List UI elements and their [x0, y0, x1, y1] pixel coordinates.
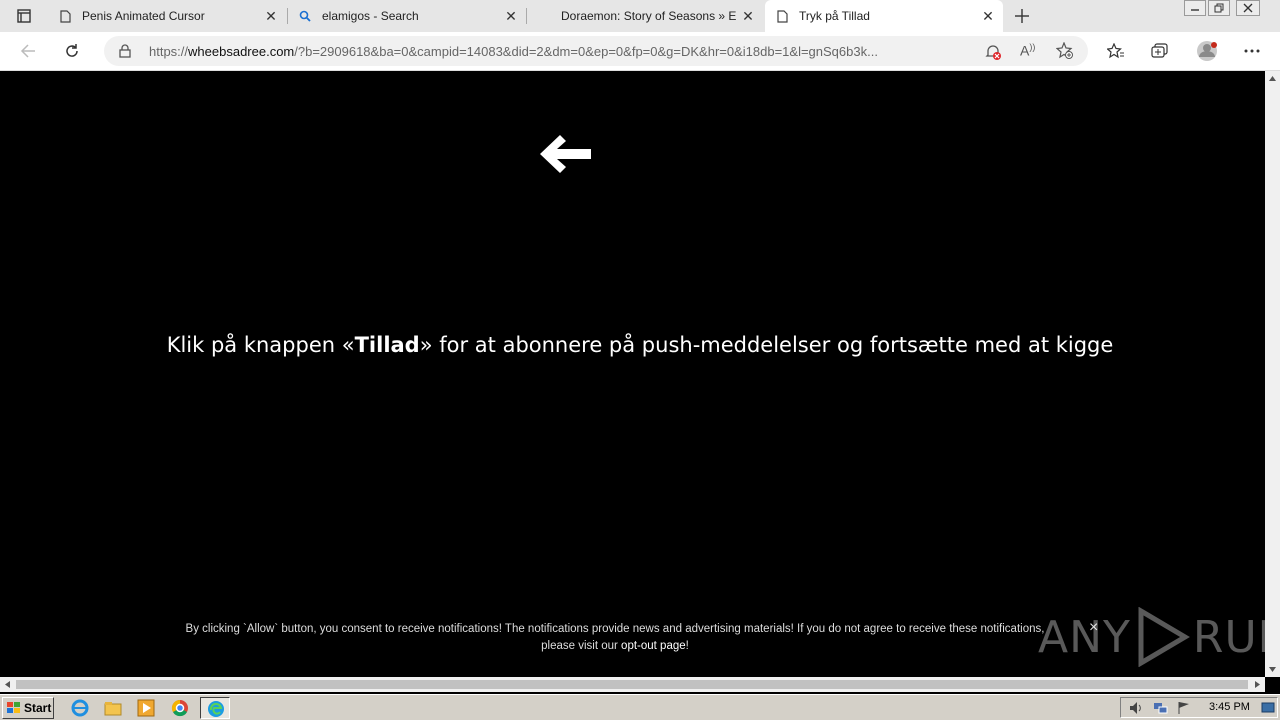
- consent-notice: By clicking `Allow` button, you consent …: [150, 621, 1080, 655]
- close-icon[interactable]: ✕: [260, 5, 282, 27]
- tab-title: Tryk på Tillad: [799, 9, 870, 23]
- page-headline: Klik på knappen «Tillad» for at abonnere…: [0, 333, 1280, 357]
- lock-icon[interactable]: [119, 44, 131, 63]
- internet-explorer-icon[interactable]: [71, 699, 89, 717]
- opt-out-link[interactable]: opt-out page: [621, 640, 686, 652]
- tab-actions-button[interactable]: [10, 4, 38, 28]
- collections-button[interactable]: [1146, 38, 1174, 64]
- show-desktop-icon[interactable]: [1261, 702, 1275, 714]
- taskbar: Start 3:45 PM: [0, 694, 1280, 720]
- consent-line-1: By clicking `Allow` button, you consent …: [185, 623, 1045, 635]
- favorites-icon: [1107, 43, 1124, 59]
- flag-icon[interactable]: [1177, 701, 1191, 715]
- refresh-button[interactable]: [58, 38, 86, 64]
- scroll-right-icon[interactable]: [1250, 677, 1265, 692]
- tab-strip: Penis Animated Cursor ✕ elamigos - Searc…: [0, 0, 1280, 32]
- file-explorer-icon[interactable]: [104, 699, 122, 717]
- web-page: Klik på knappen «Tillad» for at abonnere…: [0, 71, 1280, 677]
- system-tray: 3:45 PM: [1120, 697, 1278, 718]
- edge-icon: [208, 701, 224, 717]
- favorites-button[interactable]: [1102, 38, 1130, 64]
- scroll-up-icon[interactable]: [1265, 71, 1280, 86]
- start-button[interactable]: Start: [2, 697, 54, 719]
- search-icon: [298, 9, 312, 23]
- consent-line-2: please visit our opt-out page!: [150, 638, 1080, 655]
- refresh-icon: [66, 44, 78, 57]
- back-button[interactable]: [14, 38, 42, 64]
- tab-2[interactable]: elamigos - Search ✕: [288, 0, 526, 32]
- watermark-text-left: ANY: [1038, 611, 1131, 663]
- add-favorite-icon[interactable]: [1055, 41, 1074, 65]
- headline-text-start: Klik på knappen «: [166, 333, 355, 357]
- clock[interactable]: 3:45 PM: [1209, 701, 1250, 713]
- headline-text-end: » for at abonnere på push-meddelelser og…: [419, 333, 1114, 357]
- window-close-button[interactable]: [1236, 0, 1260, 16]
- headline-bold-word: Tillad: [354, 333, 420, 357]
- edge-taskbar-button-active[interactable]: [200, 697, 230, 719]
- notification-blocked-icon[interactable]: [984, 43, 1002, 66]
- minimize-icon: [1191, 9, 1199, 11]
- address-bar[interactable]: https://wheebsadree.com/?b=2909618&ba=0&…: [104, 36, 1088, 66]
- url-path: /?b=2909618&ba=0&campid=14083&did=2&dm=0…: [294, 44, 878, 59]
- chrome-icon[interactable]: [171, 699, 189, 717]
- tab-actions-icon: [17, 9, 31, 23]
- start-label: Start: [24, 701, 52, 715]
- close-icon[interactable]: ✕: [500, 5, 522, 27]
- plus-icon: [1015, 9, 1029, 23]
- scroll-down-icon[interactable]: [1265, 662, 1280, 677]
- tab-title: Doraemon: Story of Seasons » El/: [561, 9, 737, 23]
- tab-1[interactable]: Penis Animated Cursor ✕: [48, 0, 286, 32]
- more-dots-icon: [1244, 49, 1260, 53]
- restore-button[interactable]: [1208, 0, 1230, 16]
- tab-4-active[interactable]: Tryk på Tillad ✕: [765, 0, 1003, 32]
- read-aloud-icon[interactable]: A)): [1020, 42, 1035, 59]
- settings-menu-button[interactable]: [1238, 38, 1266, 64]
- horizontal-scrollbar[interactable]: [0, 677, 1265, 692]
- consent-line-2-text: please visit our: [541, 640, 622, 652]
- url-text[interactable]: https://wheebsadree.com/?b=2909618&ba=0&…: [149, 44, 974, 59]
- browser-toolbar: https://wheebsadree.com/?b=2909618&ba=0&…: [0, 32, 1280, 71]
- page-icon: [58, 9, 72, 23]
- minimize-button[interactable]: [1184, 0, 1206, 16]
- url-scheme: https://: [149, 44, 189, 59]
- blank-favicon: [537, 9, 551, 23]
- windows-logo-icon: [7, 702, 20, 713]
- back-arrow-icon: [20, 44, 35, 58]
- tab-title: Penis Animated Cursor: [82, 9, 205, 23]
- page-icon: [775, 9, 789, 23]
- close-icon[interactable]: ✕: [977, 5, 999, 27]
- media-player-icon[interactable]: [137, 699, 155, 717]
- play-logo-icon: [1138, 607, 1190, 667]
- scroll-left-icon[interactable]: [0, 677, 15, 692]
- restore-icon: [1214, 3, 1224, 13]
- horizontal-scroll-thumb[interactable]: [16, 680, 1248, 689]
- tab-3[interactable]: Doraemon: Story of Seasons » El/ ✕: [527, 0, 763, 32]
- left-arrow-icon: [540, 135, 591, 173]
- profile-button[interactable]: [1193, 38, 1221, 64]
- new-tab-button[interactable]: [1008, 3, 1036, 29]
- network-icon[interactable]: [1153, 701, 1169, 715]
- avatar: [1197, 41, 1217, 61]
- close-icon[interactable]: ✕: [737, 5, 759, 27]
- consent-line-2-end: !: [685, 640, 689, 652]
- close-icon: [1243, 3, 1253, 13]
- volume-icon[interactable]: [1129, 701, 1145, 715]
- vertical-scrollbar[interactable]: [1265, 71, 1280, 677]
- collections-icon: [1151, 43, 1168, 58]
- tab-title: elamigos - Search: [322, 9, 419, 23]
- anyrun-watermark: ANY RUN: [1038, 607, 1280, 667]
- url-host: wheebsadree.com: [188, 44, 295, 59]
